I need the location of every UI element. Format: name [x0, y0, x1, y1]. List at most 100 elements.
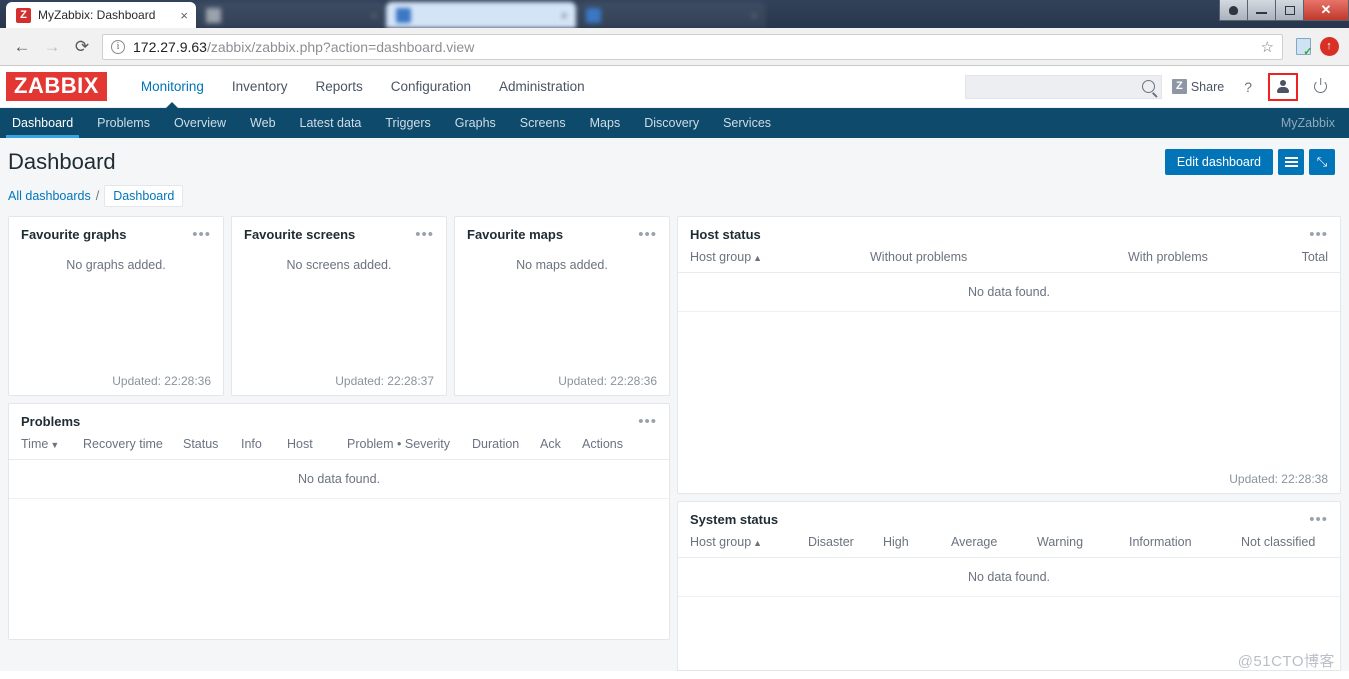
column-header-problem-severity[interactable]: Problem • Severity [347, 437, 472, 451]
breadcrumb-all-dashboards[interactable]: All dashboards [8, 189, 91, 203]
column-header-total[interactable]: Total [1288, 250, 1328, 264]
address-bar[interactable]: i 172.27.9.63 /zabbix/zabbix.php?action=… [102, 33, 1283, 60]
browser-tab-2[interactable]: × [196, 2, 386, 28]
subnav-item-dashboard[interactable]: Dashboard [0, 108, 85, 138]
breadcrumb-current[interactable]: Dashboard [104, 185, 184, 207]
widget-menu-icon[interactable]: ••• [415, 227, 434, 242]
column-header-actions[interactable]: Actions [582, 437, 623, 451]
subnav-item-screens[interactable]: Screens [508, 108, 578, 138]
generic-favicon [586, 7, 601, 23]
widget-menu-icon[interactable]: ••• [638, 227, 657, 242]
system-status-table-header: Host group ▲ Disaster High Average Warnin… [678, 535, 1340, 558]
widget-updated-time: Updated: 22:28:36 [558, 374, 657, 388]
edit-dashboard-button[interactable]: Edit dashboard [1164, 149, 1273, 175]
fullscreen-button[interactable]: ⤡ [1309, 149, 1335, 175]
browser-tab-title [228, 8, 362, 22]
widget-menu-icon[interactable]: ••• [1309, 512, 1328, 527]
main-menu-item-configuration[interactable]: Configuration [377, 66, 485, 108]
close-icon[interactable]: × [560, 9, 568, 22]
column-header-ack[interactable]: Ack [540, 437, 582, 451]
widget-header: Favourite maps ••• [455, 217, 669, 250]
extension-page-icon[interactable] [1291, 35, 1315, 59]
column-header-not-classified[interactable]: Not classified [1241, 535, 1315, 549]
subnav-item-problems[interactable]: Problems [85, 108, 162, 138]
column-header-warning[interactable]: Warning [1037, 535, 1129, 549]
main-menu-item-reports[interactable]: Reports [301, 66, 376, 108]
search-icon[interactable] [1141, 80, 1155, 93]
widget-body [9, 499, 669, 639]
main-menu-item-administration[interactable]: Administration [485, 66, 599, 108]
widget-menu-icon[interactable]: ••• [638, 414, 657, 429]
widget-menu-icon[interactable]: ••• [192, 227, 211, 242]
widget-body: No graphs added. [9, 250, 223, 368]
window-restore-button[interactable] [1275, 0, 1304, 21]
forward-icon[interactable]: → [38, 33, 66, 61]
column-header-status[interactable]: Status [183, 437, 241, 451]
column-header-info[interactable]: Info [241, 437, 287, 451]
back-icon[interactable]: ← [8, 33, 36, 61]
user-profile-button[interactable] [1268, 72, 1298, 101]
browser-tab-4[interactable]: × [576, 2, 766, 28]
signout-button[interactable] [1304, 72, 1337, 102]
header-actions: Z Share ? [964, 72, 1337, 102]
subnav-item-discovery[interactable]: Discovery [632, 108, 711, 138]
widget-header: Problems ••• [9, 404, 669, 437]
column-header-duration[interactable]: Duration [472, 437, 540, 451]
close-icon[interactable]: × [750, 9, 758, 22]
sort-asc-icon: ▲ [753, 253, 763, 263]
dashboard-menu-button[interactable] [1278, 149, 1304, 175]
column-header-host-group[interactable]: Host group ▲ [690, 535, 808, 549]
zabbix-favicon: Z [16, 7, 31, 23]
column-header-with-problems[interactable]: With problems [1128, 250, 1288, 264]
page-content: Dashboard Edit dashboard ⤡ All dashboard… [0, 138, 1349, 671]
widget-system-status: System status ••• Host group ▲ Disaster H… [677, 501, 1341, 671]
column-header-disaster[interactable]: Disaster [808, 535, 883, 549]
help-button[interactable]: ? [1234, 72, 1262, 102]
column-header-host[interactable]: Host [287, 437, 347, 451]
subnav-item-graphs[interactable]: Graphs [443, 108, 508, 138]
column-header-host-group[interactable]: Host group ▲ [690, 250, 870, 264]
search-input[interactable] [971, 79, 1142, 94]
user-profile-icon [1276, 79, 1290, 94]
subnav-item-web[interactable]: Web [238, 108, 287, 138]
widget-body: No maps added. [455, 250, 669, 368]
widget-body [678, 312, 1340, 466]
main-menu-item-inventory[interactable]: Inventory [218, 66, 302, 108]
browser-tab-3[interactable]: × [386, 2, 576, 28]
subnav-item-maps[interactable]: Maps [578, 108, 633, 138]
browser-tab-active[interactable]: Z MyZabbix: Dashboard × [6, 2, 196, 28]
main-menu-item-monitoring[interactable]: Monitoring [127, 66, 218, 108]
window-user-button[interactable] [1219, 0, 1248, 21]
column-header-without-problems[interactable]: Without problems [870, 250, 1128, 264]
extension-round-icon[interactable]: ↑ [1317, 35, 1341, 59]
subnav-item-triggers[interactable]: Triggers [373, 108, 442, 138]
global-search[interactable] [964, 74, 1162, 99]
subnav-current-user[interactable]: MyZabbix [1267, 108, 1349, 138]
column-header-information[interactable]: Information [1129, 535, 1241, 549]
sort-desc-icon: ▼ [50, 440, 60, 450]
favourites-row: Favourite graphs ••• No graphs added. Up… [8, 216, 670, 396]
column-header-high[interactable]: High [883, 535, 951, 549]
widget-problems: Problems ••• Time ▼ Recovery time Status … [8, 403, 670, 640]
subnav-item-services[interactable]: Services [711, 108, 783, 138]
window-minimize-button[interactable] [1247, 0, 1276, 21]
widget-updated-time: Updated: 22:28:36 [112, 374, 211, 388]
dashboard-left-column: Favourite graphs ••• No graphs added. Up… [8, 216, 670, 640]
close-icon[interactable]: × [370, 9, 378, 22]
subnav-item-overview[interactable]: Overview [162, 108, 238, 138]
site-info-icon[interactable]: i [111, 39, 125, 54]
bookmark-star-icon[interactable]: ☆ [1261, 38, 1274, 56]
window-close-button[interactable]: ✕ [1303, 0, 1349, 21]
widget-menu-icon[interactable]: ••• [1309, 227, 1328, 242]
column-header-time[interactable]: Time ▼ [21, 437, 83, 451]
reload-icon[interactable]: ⟳ [68, 33, 96, 61]
column-header-average[interactable]: Average [951, 535, 1037, 549]
page-actions: Edit dashboard ⤡ [1164, 149, 1335, 175]
zabbix-logo[interactable]: ZABBIX [6, 72, 107, 101]
column-header-recovery-time[interactable]: Recovery time [83, 437, 183, 451]
share-button[interactable]: Z Share [1162, 72, 1234, 102]
widget-updated-time: Updated: 22:28:37 [335, 374, 434, 388]
close-icon[interactable]: × [180, 9, 188, 22]
widget-header: Favourite screens ••• [232, 217, 446, 250]
subnav-item-latest-data[interactable]: Latest data [288, 108, 374, 138]
